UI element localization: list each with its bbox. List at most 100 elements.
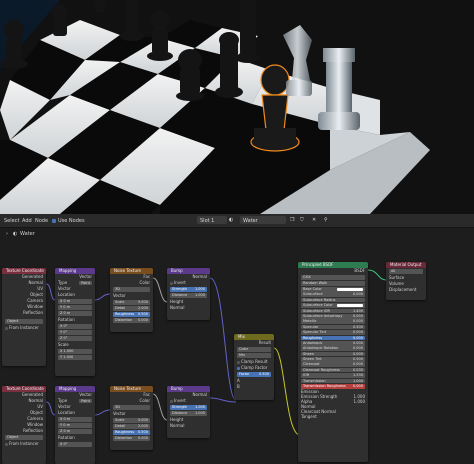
field-label: Distance	[172, 411, 188, 415]
noise-texture-node-2[interactable]: Noise Texture Fac Color 3D Vector Scale 5…	[110, 386, 153, 450]
location-y[interactable]: Y 0 m	[58, 423, 92, 428]
use-nodes-checkbox[interactable]: Use Nodes	[52, 218, 85, 224]
color-swatch[interactable]	[337, 303, 363, 307]
bump-node-1[interactable]: Bump Normal Invert Strength 1.000 Distanc…	[167, 268, 210, 320]
invert-checkbox[interactable]: Invert	[167, 398, 210, 404]
type-dropdown[interactable]: Point	[79, 281, 92, 285]
material-output-node[interactable]: Material Output All Surface Volume Displ…	[386, 262, 426, 300]
menu-node[interactable]: Node	[35, 218, 48, 224]
bsdf-input-roughness[interactable]: Roughness 0.000	[301, 335, 365, 341]
dimension-dropdown[interactable]: 3D	[113, 287, 150, 292]
object-field[interactable]: Object	[5, 435, 43, 440]
rotation-z[interactable]: Z 0°	[58, 336, 92, 341]
bsdf-input-transmission-roughness[interactable]: Transmission Roughness 0.000	[301, 384, 365, 389]
rotation-label: Rotation	[58, 317, 75, 322]
scale-x[interactable]: X 1.000	[58, 349, 92, 354]
location-z[interactable]: Z 0 m	[58, 311, 92, 316]
bsdf-input-subsurface-radius[interactable]: Subsurface Radius	[301, 297, 365, 303]
bsdf-input-subsurface-ior[interactable]: Subsurface IOR 1.400	[301, 308, 365, 314]
from-instancer-checkbox[interactable]: From Instancer	[2, 325, 46, 331]
strength-field[interactable]: Strength 1.000	[170, 405, 207, 410]
material-sphere-icon[interactable]: ◐	[229, 217, 233, 223]
scale-field[interactable]: Scale 5.000	[113, 300, 150, 305]
bsdf-input-clearcoat-roughness[interactable]: Clearcoat Roughness 0.030	[301, 367, 365, 373]
bsdf-input-subsurface[interactable]: Subsurface 0.000	[301, 292, 365, 297]
bsdf-input-subsurface-anisotropy[interactable]: Subsurface Anisotropy 0.000	[301, 313, 365, 319]
object-field[interactable]: Object	[5, 319, 43, 324]
bsdf-input-subsurface-color[interactable]: Subsurface Color	[301, 303, 365, 308]
strength-field[interactable]: Strength 1.000	[170, 287, 207, 292]
bsdf-input-sheen-tint[interactable]: Sheen Tint 0.500	[301, 357, 365, 362]
data-type-dropdown[interactable]: Color	[237, 347, 271, 352]
bsdf-input-transmission[interactable]: Transmission 1.000	[301, 378, 365, 384]
3d-viewport[interactable]	[0, 0, 474, 214]
bsdf-input-base-color[interactable]: Base Color	[301, 287, 365, 292]
clamp-factor-checkbox[interactable]: Clamp Factor	[234, 365, 274, 371]
mapping-node-1[interactable]: Mapping Vector Type Point Vector Location…	[55, 268, 95, 376]
bsdf-input-specular[interactable]: Specular 0.500	[301, 324, 365, 330]
field-label: Sheen Tint	[303, 357, 322, 362]
bsdf-input-anisotropic[interactable]: Anisotropic 0.000	[301, 340, 365, 346]
bsdf-input-clearcoat[interactable]: Clearcoat 0.000	[301, 362, 365, 368]
bsdf-input-ior[interactable]: IOR 1.330	[301, 373, 365, 378]
material-icon: ◐	[13, 231, 18, 237]
bsdf-input-sheen[interactable]: Sheen 0.000	[301, 351, 365, 357]
type-label: Type	[58, 280, 68, 285]
bsdf-input-specular-tint[interactable]: Specular Tint 0.000	[301, 330, 365, 335]
mix-node[interactable]: Mix Result Color Mix Clamp Result Clamp …	[234, 334, 274, 400]
field-value: 1.000	[194, 405, 205, 409]
color-swatch[interactable]	[337, 287, 363, 291]
invert-checkbox[interactable]: Invert	[167, 280, 210, 286]
principled-bsdf-node[interactable]: Principled BSDF BSDF GGX Random Walk Bas…	[298, 262, 368, 462]
distortion-field[interactable]: Distortion 0.000	[113, 436, 150, 441]
fake-user-shield-icon[interactable]: ⛉	[300, 217, 304, 223]
location-x[interactable]: X 0 m	[58, 299, 92, 304]
scale-field[interactable]: Scale 5.000	[113, 418, 150, 423]
slot-dropdown[interactable]: Slot 1	[197, 216, 227, 224]
bump-node-2[interactable]: Bump Normal Invert Strength 1.000 Distanc…	[167, 386, 210, 438]
dimension-dropdown[interactable]: 3D	[113, 405, 150, 410]
type-dropdown[interactable]: Point	[79, 399, 92, 403]
material-name-field[interactable]: Water	[240, 216, 286, 224]
noise-texture-node-1[interactable]: Noise Texture Fac Color 3D Vector Scale 5…	[110, 268, 153, 332]
clamp-result-label: Clamp Result	[241, 359, 268, 364]
distortion-field[interactable]: Distortion 0.000	[113, 318, 150, 323]
location-x[interactable]: X 0 m	[58, 417, 92, 422]
location-y[interactable]: Y 0 m	[58, 305, 92, 310]
roughness-field[interactable]: Roughness 0.500	[113, 430, 150, 435]
menu-select[interactable]: Select	[4, 218, 19, 224]
from-instancer-checkbox[interactable]: From Instancer	[2, 441, 46, 447]
from-instancer-label: From Instancer	[9, 441, 39, 446]
field-label: Strength	[172, 287, 188, 291]
texture-coordinate-node-1[interactable]: Texture Coordinate Generated Normal UV O…	[2, 268, 46, 366]
bsdf-input-metallic[interactable]: Metallic 0.000	[301, 319, 365, 324]
menu-add[interactable]: Add	[22, 218, 32, 224]
distribution-dropdown[interactable]: GGX	[301, 275, 365, 280]
roughness-field[interactable]: Roughness 0.500	[113, 312, 150, 317]
field-label: Tangent	[301, 414, 317, 420]
mapping-node-2[interactable]: Mapping Vector Type Point Vector Location…	[55, 386, 95, 464]
texture-coordinate-node-2[interactable]: Texture Coordinate Generated Normal UV O…	[2, 386, 46, 464]
node-editor-canvas[interactable]: Texture Coordinate Generated Normal UV O…	[0, 240, 474, 464]
duplicate-icon[interactable]: ❐	[290, 217, 294, 223]
detail-field[interactable]: Detail 2.000	[113, 306, 150, 311]
input-normal: Normal	[170, 305, 185, 310]
subsurface-method-dropdown[interactable]: Random Walk	[301, 281, 365, 286]
factor-field[interactable]: Factor 0.500	[237, 372, 271, 377]
scale-y[interactable]: Y 1.000	[58, 355, 92, 360]
location-z[interactable]: Z 0 m	[58, 429, 92, 434]
rotation-x[interactable]: X 0°	[58, 442, 92, 447]
target-dropdown[interactable]: All	[389, 269, 423, 274]
close-icon[interactable]: ✕	[312, 217, 316, 223]
blend-mode-dropdown[interactable]: Mix	[237, 353, 271, 358]
pin-icon[interactable]: ⚲	[324, 217, 328, 223]
field-value: 0.500	[352, 357, 363, 362]
field-label: Specular Tint	[303, 330, 327, 335]
rotation-x[interactable]: X 0°	[58, 324, 92, 329]
distance-field[interactable]: Distance 1.000	[170, 293, 207, 298]
bsdf-input-anisotropic-rotation[interactable]: Anisotropic Rotation 0.000	[301, 346, 365, 351]
rotation-y[interactable]: Y 0°	[58, 330, 92, 335]
distance-field[interactable]: Distance 1.000	[170, 411, 207, 416]
field-value: 5.000	[137, 300, 148, 304]
detail-field[interactable]: Detail 2.000	[113, 424, 150, 429]
